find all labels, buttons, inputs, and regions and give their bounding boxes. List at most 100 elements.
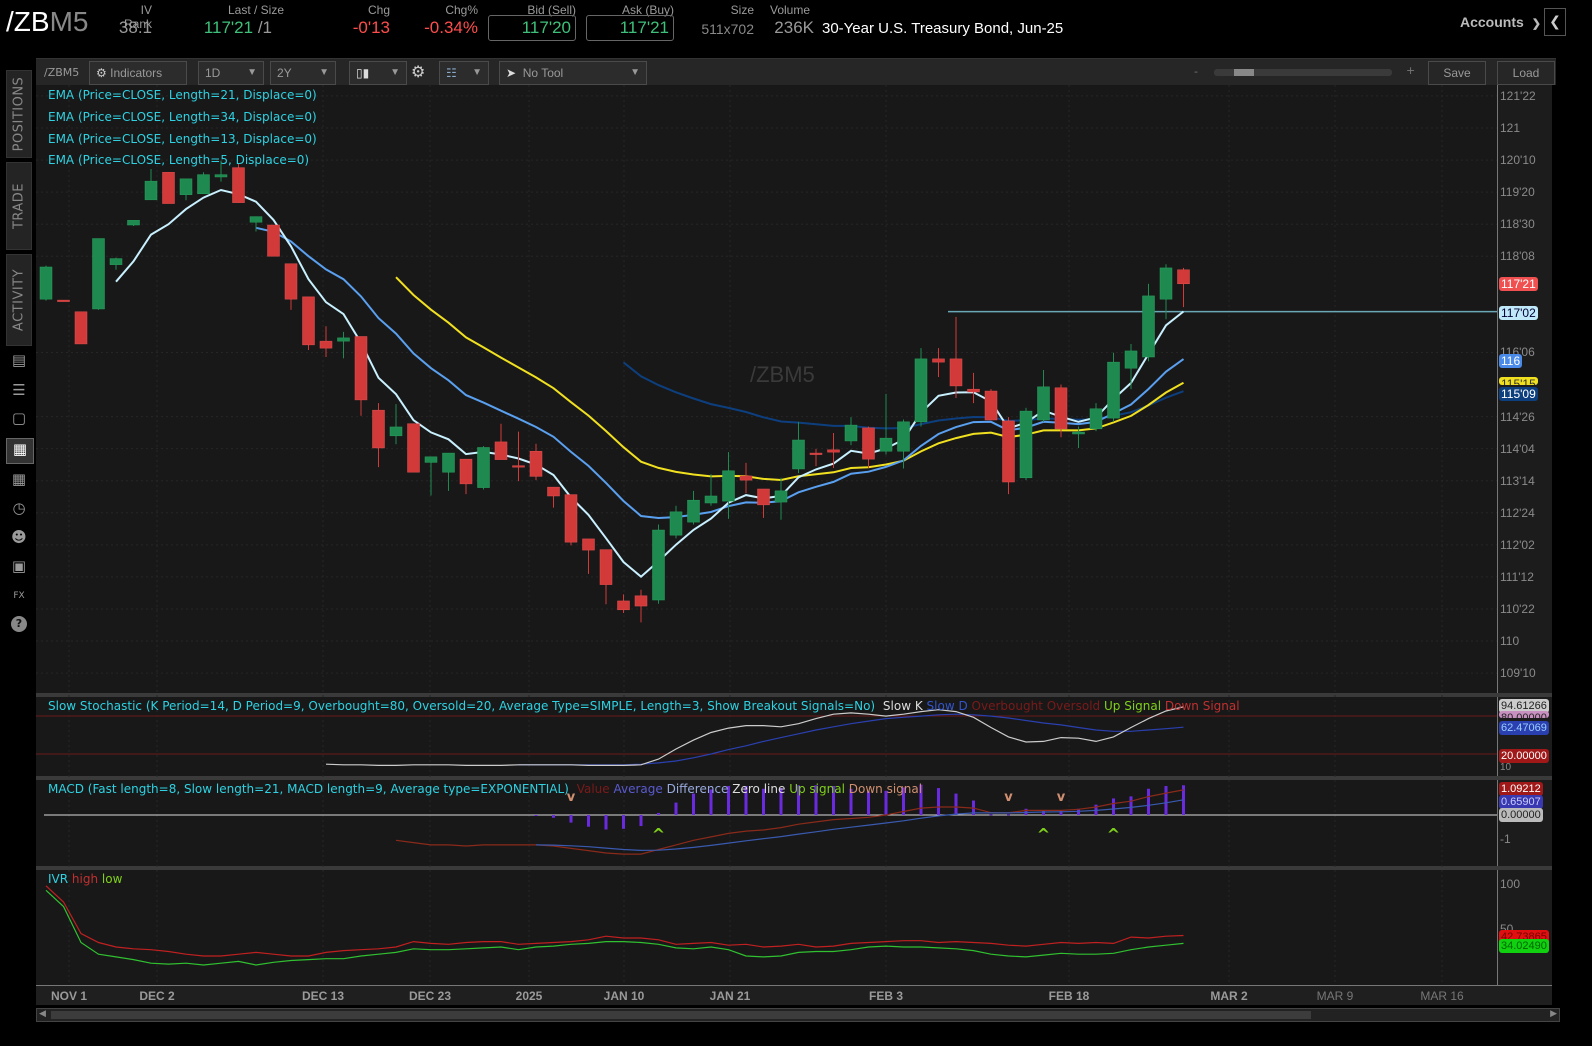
candle-body xyxy=(652,529,665,601)
oversold-key: Oversold xyxy=(1046,699,1101,713)
candle-body xyxy=(144,180,158,201)
x-label: DEC 2 xyxy=(139,989,175,1003)
candle-body xyxy=(914,358,928,423)
macd-histogram-bar xyxy=(604,815,608,830)
macd-histogram-bar xyxy=(1112,798,1115,815)
macd-histogram-bar xyxy=(692,793,695,815)
ema13-tag: 116 xyxy=(1499,354,1523,368)
price-tick-label: 112'24 xyxy=(1500,505,1535,520)
ema34-legend[interactable]: EMA (Price=CLOSE, Length=34, Displace=0) xyxy=(48,110,317,124)
candle-body xyxy=(337,337,350,342)
candle-body xyxy=(582,538,595,551)
ivr-low-tag: 34.02490 xyxy=(1499,939,1549,953)
candle-body xyxy=(617,600,630,611)
price-tick-label: 114'26 xyxy=(1500,409,1535,424)
up-signal-key: Up signal xyxy=(789,782,845,796)
up-signal-key: Up Signal xyxy=(1103,699,1162,713)
candle-body xyxy=(704,495,718,504)
candle-body xyxy=(459,458,473,485)
candle-body xyxy=(739,475,753,481)
price-tick-label: 111'12 xyxy=(1500,569,1534,584)
difference-key: Difference xyxy=(666,782,729,796)
value-key: Value xyxy=(576,782,610,796)
candle-body xyxy=(1107,361,1120,419)
macd-legend[interactable]: MACD (Fast length=8, Slow length=21, MAC… xyxy=(48,782,922,796)
candle-body xyxy=(599,549,613,585)
candle-body xyxy=(302,296,315,346)
last-price-tag: 117'21 xyxy=(1499,277,1538,291)
macd-histogram-bar xyxy=(954,793,958,815)
candle-body xyxy=(372,409,385,449)
price-tick-label: 118'08 xyxy=(1500,249,1535,264)
scroll-left-arrow[interactable]: ◀ xyxy=(39,1009,46,1019)
candle-body xyxy=(214,174,228,178)
down-signal-key: Down Signal xyxy=(1164,699,1240,713)
macd-down-signal-icon: v xyxy=(1057,790,1066,805)
candle-body xyxy=(92,238,105,310)
down-signal-key: Down signal xyxy=(848,782,923,796)
candle-body xyxy=(634,595,648,607)
x-label: MAR 2 xyxy=(1210,989,1248,1003)
macd-histogram-bar xyxy=(1147,788,1150,815)
x-label: 2025 xyxy=(515,989,543,1003)
stoch-d-tag: 62.47069 xyxy=(1499,721,1549,735)
candle-body xyxy=(1072,431,1085,435)
ema5-legend[interactable]: EMA (Price=CLOSE, Length=5, Displace=0) xyxy=(48,153,309,167)
macd-up-signal-icon: ^ xyxy=(1037,825,1050,844)
candle-body xyxy=(477,447,490,488)
macd-histogram-bar xyxy=(937,788,940,815)
candle-body xyxy=(669,511,683,536)
macd-avg-tag: 0.65907 xyxy=(1499,795,1543,809)
candle-body xyxy=(1142,295,1155,358)
price-tick-label: 121'22 xyxy=(1500,88,1536,103)
candle-body xyxy=(494,441,508,460)
candle-body xyxy=(967,388,980,393)
ema13-line xyxy=(255,226,1185,520)
candle-body xyxy=(354,336,368,401)
candle-body xyxy=(879,437,893,452)
candle-body xyxy=(232,167,245,203)
candle-body xyxy=(39,266,53,300)
candle-body xyxy=(109,258,123,265)
candle-body xyxy=(757,488,770,506)
macd-histogram-bar xyxy=(622,815,625,829)
macd-histogram-bar xyxy=(639,815,643,827)
ema21-legend[interactable]: EMA (Price=CLOSE, Length=21, Displace=0) xyxy=(48,88,317,102)
slow-d-key: Slow D xyxy=(926,699,968,713)
price-tick-label: 121 xyxy=(1500,121,1521,135)
x-label: FEB 3 xyxy=(868,989,904,1003)
x-label: NOV 1 xyxy=(50,989,88,1003)
candle-body xyxy=(529,450,543,477)
price-tick-label: 110'22 xyxy=(1500,601,1535,616)
overbought-key: Overbought xyxy=(971,699,1043,713)
ivr-key: IVR xyxy=(48,872,69,886)
macd-histogram-bar xyxy=(569,815,573,823)
candle-body xyxy=(389,426,403,437)
candle-body xyxy=(827,449,840,453)
scroll-right-arrow[interactable]: ▶ xyxy=(1550,1009,1557,1019)
price-tick-label: 119'20 xyxy=(1500,185,1535,200)
candle-body xyxy=(774,490,788,503)
macd-histogram-bar xyxy=(657,812,660,815)
price-tick-label: 120'10 xyxy=(1500,153,1536,168)
horizontal-scrollbar[interactable]: ◀ ▶ xyxy=(36,1008,1560,1022)
price-tick-label: 118'30 xyxy=(1500,217,1535,232)
stoch-overbought-tag: 80.00000 xyxy=(1499,711,1549,718)
candle-body xyxy=(1037,386,1050,421)
candle-body xyxy=(897,421,910,452)
ivr-high-line xyxy=(45,885,1184,957)
stoch-oversold-tag: 20.00000 xyxy=(1499,749,1549,763)
macd-histogram-bar xyxy=(534,815,538,816)
candle-body xyxy=(687,499,700,523)
candle-body xyxy=(249,216,263,223)
scrollbar-thumb[interactable] xyxy=(51,1011,1311,1019)
candle-body xyxy=(442,452,455,473)
average-key: Average xyxy=(613,782,663,796)
symbol-watermark: /ZBM5 xyxy=(750,362,815,387)
ema13-legend[interactable]: EMA (Price=CLOSE, Length=13, Displace=0) xyxy=(48,132,317,146)
ivr-legend[interactable]: IVR high low xyxy=(48,872,122,886)
candle-body xyxy=(564,494,578,543)
macd-title: MACD (Fast length=8, Slow length=21, MAC… xyxy=(48,782,569,796)
x-label: MAR 9 xyxy=(1316,989,1354,1003)
stochastic-legend[interactable]: Slow Stochastic (K Period=14, D Period=9… xyxy=(48,699,1240,713)
